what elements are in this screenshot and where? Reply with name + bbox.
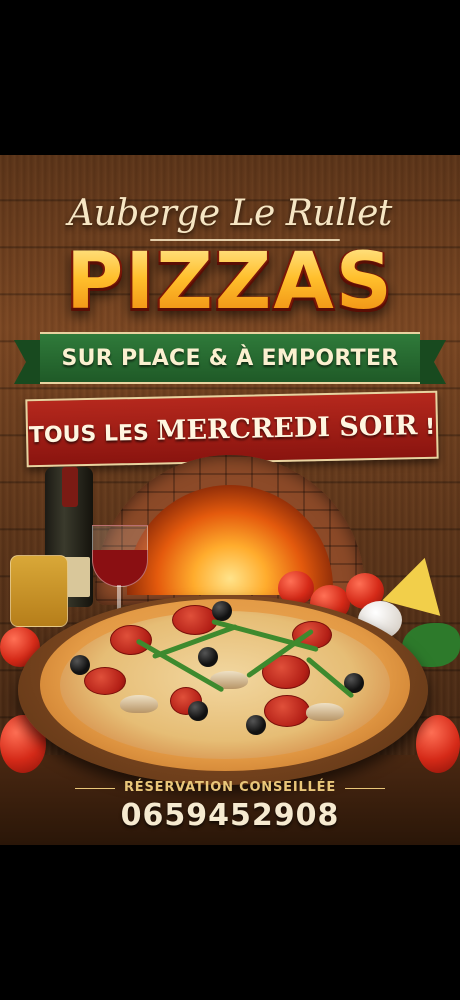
venue-name: Auberge Le Rullet xyxy=(68,193,392,234)
schedule-suffix: ! xyxy=(424,414,436,440)
schedule-prefix: TOUS LES xyxy=(28,420,150,448)
bottle-cap xyxy=(62,467,78,507)
olive xyxy=(70,655,90,675)
olive xyxy=(246,715,266,735)
pepperoni xyxy=(84,667,126,695)
pepperoni xyxy=(110,625,152,655)
phone-number[interactable]: 0659452908 xyxy=(0,798,460,833)
mushroom xyxy=(120,695,158,713)
olive xyxy=(212,601,232,621)
reservation-note: RÉSERVATION CONSEILLÉE xyxy=(123,780,337,795)
olive-oil-icon xyxy=(10,555,68,627)
pepperoni xyxy=(264,695,310,727)
olive xyxy=(198,647,218,667)
mushroom xyxy=(306,703,344,721)
pizza-poster: Auberge Le Rullet PIZZAS SUR PLACE & À E… xyxy=(0,155,460,845)
service-banner: SUR PLACE & À EMPORTER xyxy=(14,332,446,384)
wine-glass-icon xyxy=(92,525,148,587)
footer-divider-right xyxy=(345,788,385,789)
schedule-day: MERCREDI SOIR xyxy=(156,409,418,447)
headline: PIZZAS xyxy=(0,243,460,321)
schedule-banner-text: TOUS LES MERCREDI SOIR ! xyxy=(29,409,436,449)
service-banner-text: SUR PLACE & À EMPORTER xyxy=(61,345,399,371)
olive xyxy=(188,701,208,721)
tomato-icon xyxy=(416,715,460,773)
